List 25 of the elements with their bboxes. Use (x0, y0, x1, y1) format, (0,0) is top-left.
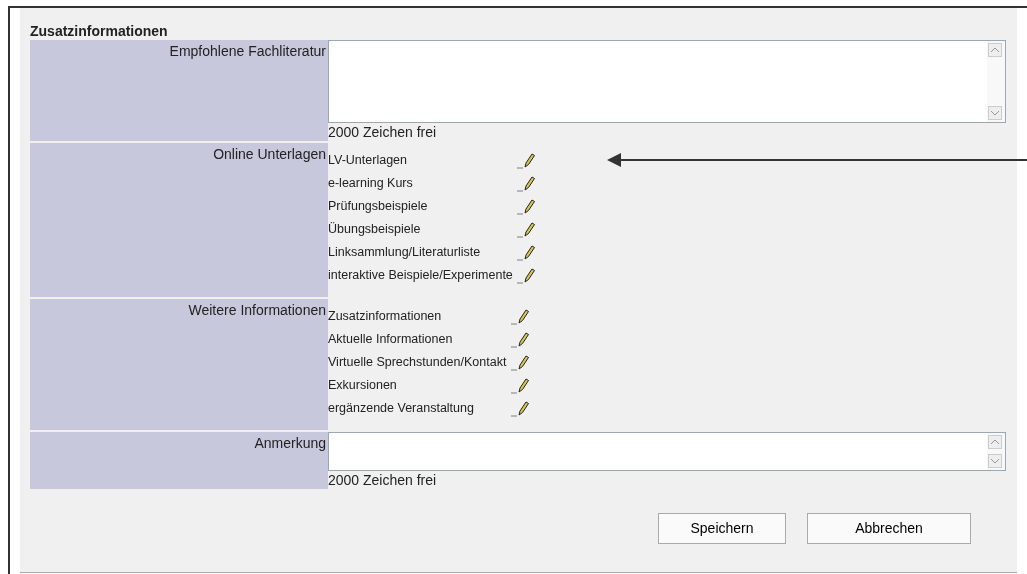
resource-link[interactable]: Prüfungsbeispiele (328, 197, 513, 216)
action-button[interactable]: Abbrechen (807, 513, 971, 544)
scroll-up-icon[interactable] (988, 435, 1004, 449)
resource-link[interactable]: e-learning Kurs (328, 174, 513, 193)
resource-link[interactable]: interaktive Beispiele/Experimente (328, 266, 513, 285)
resource-link[interactable]: Exkursionen (328, 376, 507, 395)
edit-icon[interactable] (509, 307, 532, 326)
resource-link[interactable]: LV-Unterlagen (328, 151, 513, 170)
character-counter: 2000 Zeichen frei (328, 123, 438, 141)
resource-link[interactable]: Virtuelle Sprechstunden/Kontakt (328, 353, 507, 372)
edit-icon[interactable] (509, 353, 532, 372)
resource-link[interactable]: ergänzende Veranstaltung (328, 399, 507, 418)
scroll-down-icon[interactable] (988, 106, 1004, 120)
resource-link[interactable]: Aktuelle Informationen (328, 330, 507, 349)
scroll-up-icon[interactable] (988, 43, 1004, 57)
character-counter: 2000 Zeichen frei (328, 471, 438, 489)
edit-icon[interactable] (509, 376, 532, 395)
edit-icon[interactable] (509, 399, 532, 418)
section-title: Zusatzinformationen (30, 22, 169, 40)
action-button[interactable]: Speichern (658, 513, 786, 544)
resource-link[interactable]: Zusatzinformationen (328, 307, 507, 326)
edit-icon[interactable] (509, 330, 532, 349)
resource-link[interactable]: Linksammlung/Literaturliste (328, 243, 513, 262)
resource-link[interactable]: Übungsbeispiele (328, 220, 513, 239)
scroll-down-icon[interactable] (988, 454, 1004, 468)
